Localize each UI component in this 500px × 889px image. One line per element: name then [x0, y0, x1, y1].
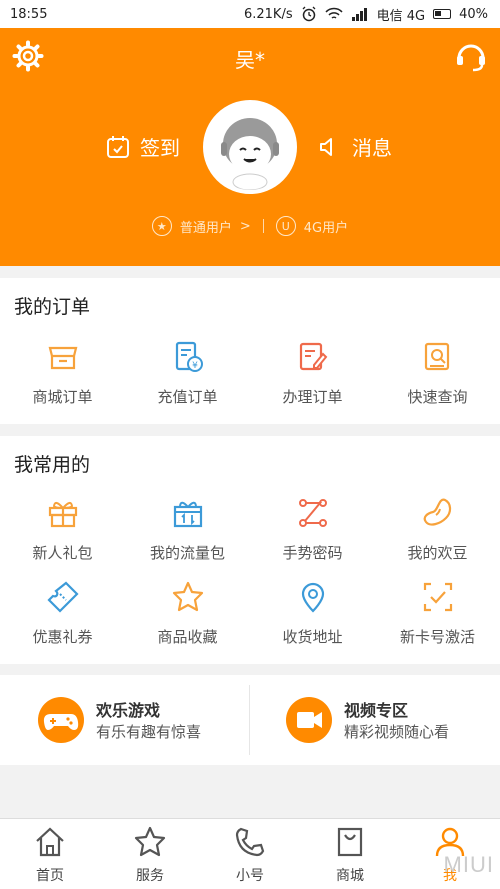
order-item-recharge[interactable]: ¥ 充值订单: [125, 340, 250, 407]
common-item-label: 收货地址: [282, 628, 343, 646]
game-title: 欢乐游戏: [96, 701, 161, 720]
promo-section: 欢乐游戏 有乐有趣有惊喜 视频专区 精彩视频随心看: [0, 675, 500, 765]
order-item-label: 商城订单: [32, 388, 93, 406]
checkin-button[interactable]: 签到: [106, 132, 180, 161]
network-type: 4G用户: [303, 220, 349, 236]
tab-label: 小号: [236, 868, 264, 884]
message-label: 消息: [352, 136, 392, 160]
calendar-check-icon: [107, 135, 129, 158]
status-bar: 18:55 6.21K/s 电信 4G 40%: [0, 0, 500, 28]
checkin-label: 签到: [140, 136, 180, 160]
common-item-label: 商品收藏: [157, 628, 218, 646]
battery-icon: [433, 9, 452, 19]
orders-section: 我的订单 商城订单 ¥ 充值订单 办理订单 快速查询: [0, 278, 500, 424]
avatar[interactable]: [203, 100, 297, 194]
handle-order-icon: [299, 342, 327, 371]
common-item-label: 新卡号激活: [399, 628, 475, 646]
profile-header: 吴* 签到 消息 ★ 普通用户 > U 4G用户: [0, 28, 500, 266]
wifi-icon: [325, 7, 343, 19]
order-item-label: 充值订单: [157, 388, 218, 406]
order-item-label: 办理订单: [282, 388, 343, 406]
common-item-gift[interactable]: 新人礼包: [0, 496, 125, 563]
star-icon: [134, 826, 166, 857]
speaker-icon: [320, 137, 332, 156]
customer-service-headset-icon[interactable]: [454, 40, 488, 74]
status-time: 18:55: [10, 6, 48, 22]
phone-icon: [235, 827, 265, 857]
message-button[interactable]: 消息: [318, 132, 392, 161]
common-item-bean[interactable]: 我的欢豆: [375, 496, 500, 563]
tab-label: 服务: [136, 868, 164, 884]
tab-shop[interactable]: 商城: [300, 825, 400, 885]
bean-icon: [423, 498, 451, 526]
user-info-line: ★ 普通用户 > U 4G用户: [0, 216, 500, 236]
order-item-label: 快速查询: [407, 388, 468, 406]
common-item-label: 优惠礼券: [32, 628, 93, 646]
common-item-coupon[interactable]: 优惠礼券: [0, 580, 125, 647]
order-item-store[interactable]: 商城订单: [0, 340, 125, 407]
miui-watermark-logo: MIUI: [443, 852, 494, 877]
order-item-query[interactable]: 快速查询: [375, 340, 500, 407]
video-subtitle: 精彩视频随心看: [344, 723, 450, 741]
tab-label: 首页: [36, 868, 64, 884]
tab-phone[interactable]: 小号: [200, 825, 300, 885]
game-subtitle: 有乐有趣有惊喜: [96, 723, 202, 741]
video-title: 视频专区: [344, 701, 409, 720]
tab-service[interactable]: 服务: [100, 825, 200, 885]
common-item-gesture[interactable]: 手势密码: [250, 496, 375, 563]
common-item-label: 我的流量包: [149, 544, 225, 562]
store-icon: [48, 346, 77, 370]
status-carrier: 电信 4G: [376, 8, 426, 24]
coupon-icon: [46, 581, 79, 613]
robot-avatar-icon: [207, 104, 293, 190]
user-type[interactable]: 普通用户: [180, 217, 232, 236]
recharge-order-icon: ¥: [175, 341, 203, 372]
svg-text:¥: ¥: [192, 361, 198, 371]
common-item-favorites[interactable]: 商品收藏: [125, 580, 250, 647]
gift-icon: [48, 502, 77, 528]
status-speed: 6.21K/s: [243, 6, 293, 22]
gamepad-icon: [38, 697, 84, 743]
common-item-label: 新人礼包: [32, 544, 93, 562]
tab-label: 商城: [336, 868, 364, 884]
bottom-tab-bar: 首页 服务 小号 商城 我: [0, 818, 500, 889]
alarm-icon: [302, 6, 316, 22]
video-promo[interactable]: 视频专区 精彩视频随心看: [250, 675, 500, 765]
user-level-star-icon: ★: [151, 216, 172, 236]
gesture-password-icon: [298, 499, 327, 527]
common-item-label: 手势密码: [282, 544, 343, 562]
status-battery: 40%: [459, 6, 488, 22]
quick-query-icon: [424, 342, 449, 371]
activate-icon: [423, 582, 452, 612]
common-section: 我常用的 新人礼包 我的流量包 手势密码 我的欢豆 优惠礼券 商品收藏 收货地址…: [0, 436, 500, 664]
shop-icon: [337, 827, 363, 857]
network-badge: U: [275, 216, 296, 236]
location-icon: [301, 582, 324, 613]
common-item-activate[interactable]: 新卡号激活: [375, 580, 500, 647]
divider: [262, 219, 264, 233]
signal-icon: [351, 8, 367, 21]
game-promo[interactable]: 欢乐游戏 有乐有趣有惊喜: [0, 675, 250, 765]
common-title: 我常用的: [14, 454, 91, 476]
common-item-datapack[interactable]: 我的流量包: [125, 496, 250, 563]
common-item-address[interactable]: 收货地址: [250, 580, 375, 647]
username: 吴*: [235, 48, 265, 72]
tab-home[interactable]: 首页: [0, 825, 100, 885]
video-icon: [286, 697, 332, 743]
home-icon: [36, 827, 64, 857]
orders-title: 我的订单: [14, 296, 91, 318]
data-pack-icon: [173, 501, 202, 528]
common-item-label: 我的欢豆: [407, 544, 468, 562]
star-icon: [172, 581, 203, 612]
order-item-handle[interactable]: 办理订单: [250, 340, 375, 407]
user-type-arrow: >: [239, 218, 251, 234]
